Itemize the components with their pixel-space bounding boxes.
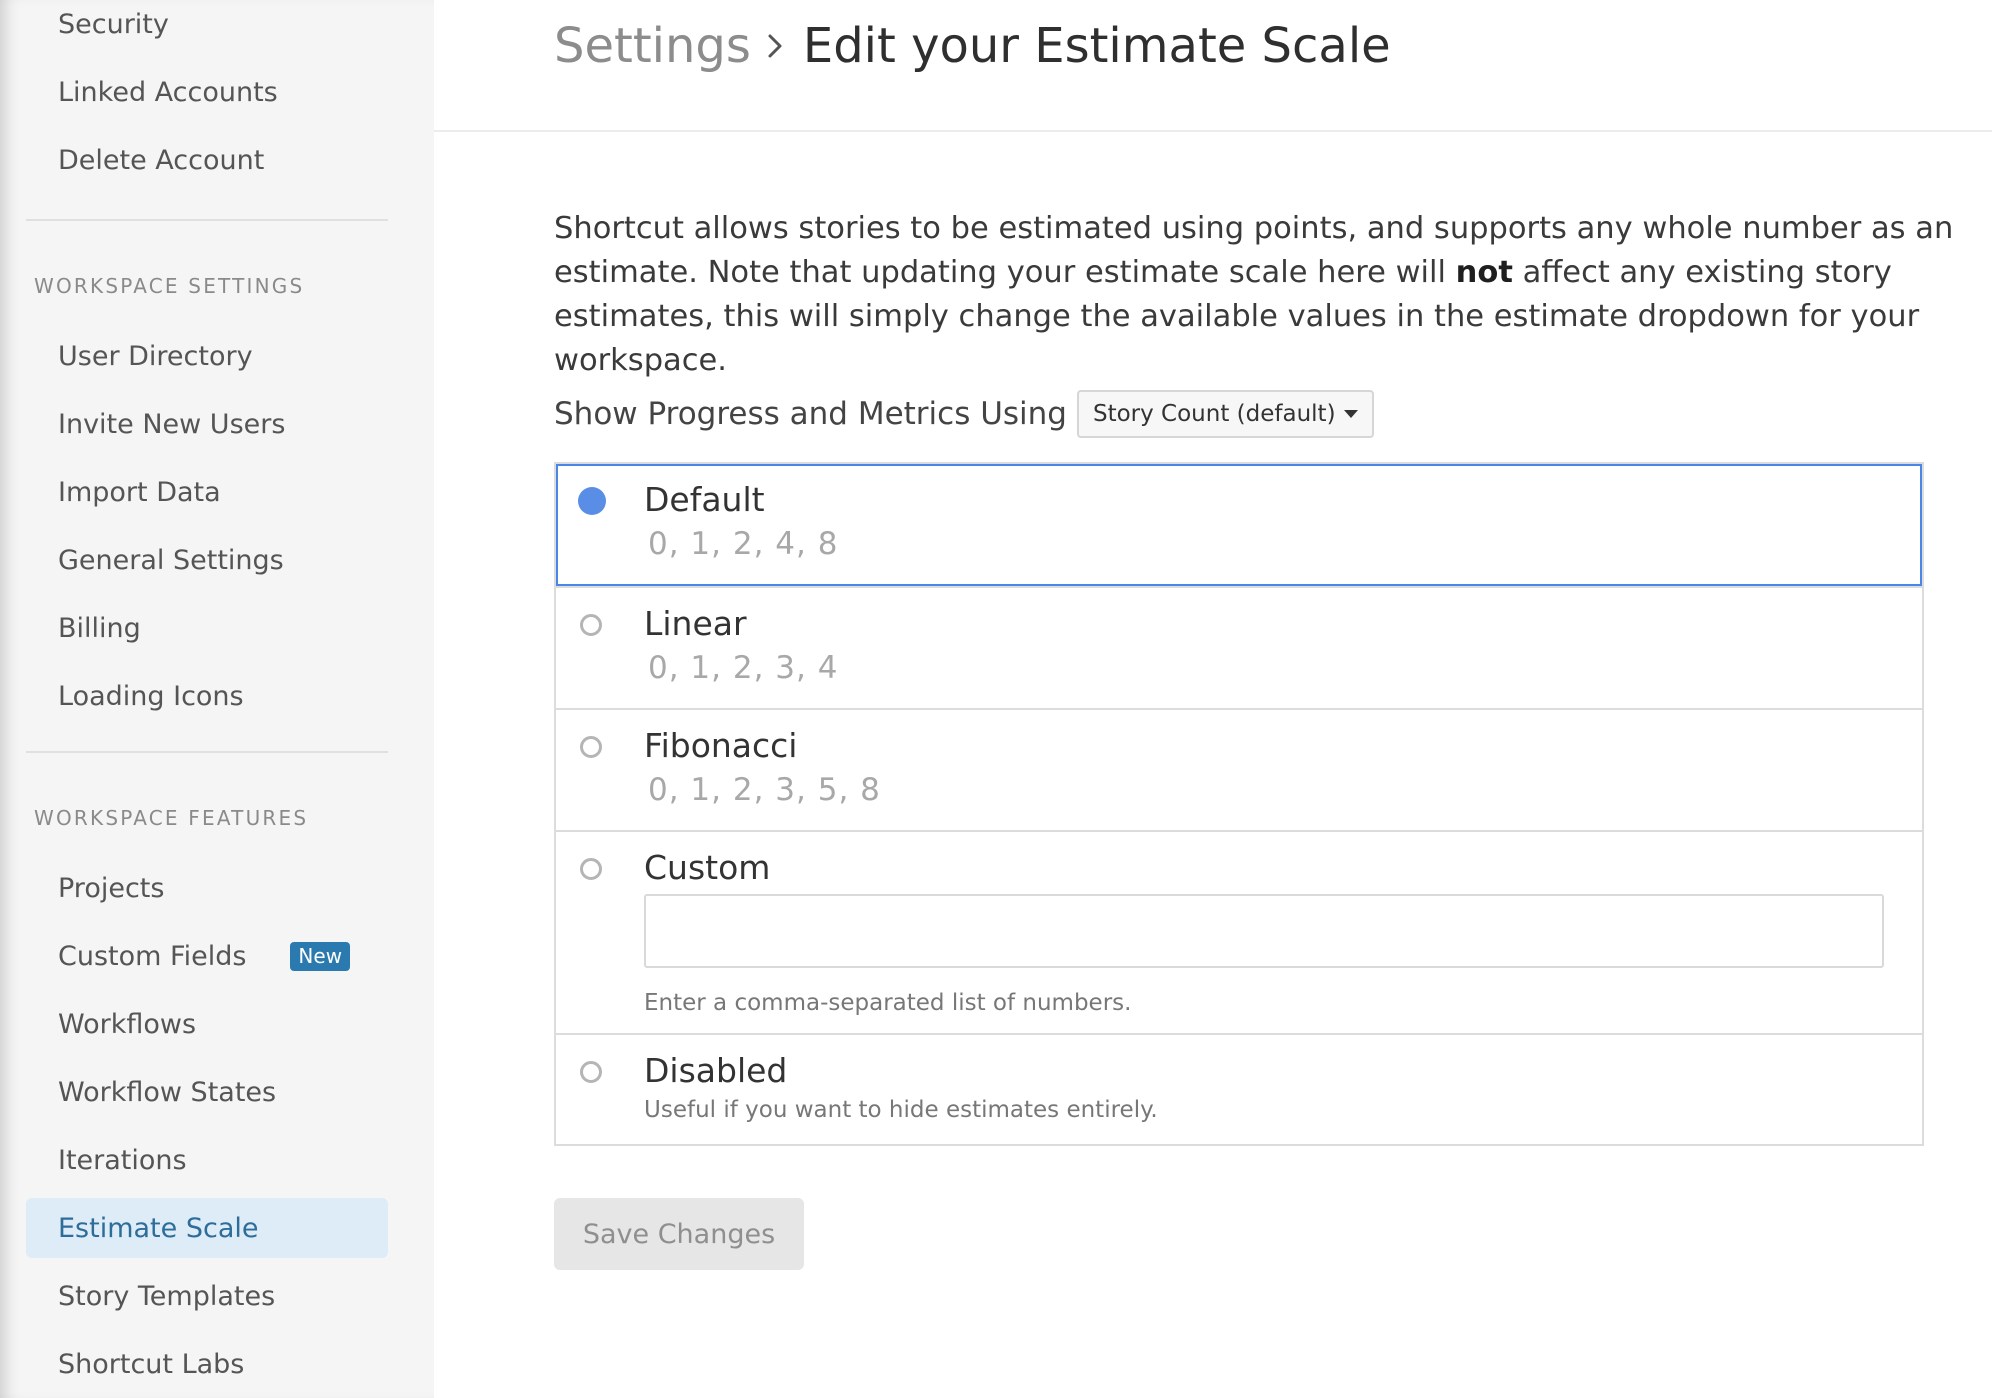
- sidebar-item-label: Invite New Users: [58, 408, 286, 440]
- sidebar-item-label: Workflows: [58, 1008, 197, 1040]
- page-title: Edit your Estimate Scale: [802, 18, 1391, 74]
- workspace-settings-header: WORKSPACE SETTINGS: [34, 274, 305, 298]
- sidebar-item-label: Import Data: [58, 476, 221, 508]
- custom-scale-input[interactable]: [644, 894, 1884, 968]
- sidebar-item-workflows[interactable]: Workflows: [26, 994, 388, 1054]
- sidebar-item-shortcut-labs[interactable]: Shortcut Labs: [26, 1334, 388, 1394]
- sidebar-item-label: User Directory: [58, 340, 253, 372]
- sidebar-item-security[interactable]: Security: [26, 0, 388, 54]
- option-linear[interactable]: Linear 0, 1, 2, 3, 4: [556, 586, 1922, 708]
- option-label: Fibonacci: [644, 726, 798, 765]
- workspace-features-header: WORKSPACE FEATURES: [34, 806, 309, 830]
- metrics-label: Show Progress and Metrics Using: [554, 396, 1067, 432]
- sidebar-item-story-templates[interactable]: Story Templates: [26, 1266, 388, 1326]
- radio-unselected-icon[interactable]: [580, 736, 602, 758]
- sidebar-item-import-data[interactable]: Import Data: [26, 462, 388, 522]
- option-values: 0, 1, 2, 3, 5, 8: [648, 772, 881, 808]
- sidebar-item-label: Security: [58, 8, 169, 40]
- sidebar-item-linked-accounts[interactable]: Linked Accounts: [26, 62, 388, 122]
- option-label: Disabled: [644, 1051, 788, 1090]
- radio-unselected-icon[interactable]: [580, 858, 602, 880]
- sidebar-item-label: Shortcut Labs: [58, 1348, 245, 1380]
- option-values: 0, 1, 2, 3, 4: [648, 650, 839, 686]
- option-label: Linear: [644, 604, 747, 643]
- estimate-scale-options: Default 0, 1, 2, 4, 8 Linear 0, 1, 2, 3,…: [554, 462, 1924, 1146]
- sidebar-item-label: Story Templates: [58, 1280, 276, 1312]
- sidebar-item-estimate-scale[interactable]: Estimate Scale: [26, 1198, 388, 1258]
- sidebar-item-custom-fields[interactable]: Custom Fields New: [26, 926, 388, 986]
- sidebar-item-label: General Settings: [58, 544, 284, 576]
- option-custom[interactable]: Custom Enter a comma-separated list of n…: [556, 830, 1922, 1033]
- sidebar-item-label: Linked Accounts: [58, 76, 278, 108]
- estimate-scale-description: Shortcut allows stories to be estimated …: [554, 207, 1972, 383]
- metrics-dropdown[interactable]: Story Count (default): [1076, 390, 1374, 438]
- account-nav-group: Security Linked Accounts Delete Account: [26, 0, 388, 198]
- breadcrumb-settings-link[interactable]: Settings: [554, 18, 751, 74]
- sidebar-item-label: Workflow States: [58, 1076, 277, 1108]
- breadcrumb: Settings Edit your Estimate Scale: [554, 18, 1391, 74]
- workspace-settings-nav-group: WORKSPACE SETTINGS User Directory Invite…: [26, 268, 388, 734]
- sidebar-item-invite-new-users[interactable]: Invite New Users: [26, 394, 388, 454]
- page-header: Settings Edit your Estimate Scale: [434, 0, 1992, 132]
- option-values: 0, 1, 2, 4, 8: [648, 526, 839, 562]
- metrics-selected-value: Story Count (default): [1092, 401, 1336, 427]
- radio-unselected-icon[interactable]: [580, 614, 602, 636]
- sidebar-item-label: Custom Fields: [58, 940, 247, 972]
- settings-sidebar: Security Linked Accounts Delete Account …: [0, 0, 434, 1398]
- sidebar-divider: [26, 219, 388, 221]
- sidebar-item-delete-account[interactable]: Delete Account: [26, 130, 388, 190]
- sidebar-item-workflow-states[interactable]: Workflow States: [26, 1062, 388, 1122]
- sidebar-item-loading-icons[interactable]: Loading Icons: [26, 666, 388, 726]
- radio-selected-icon[interactable]: [578, 487, 606, 515]
- sidebar-item-projects[interactable]: Projects: [26, 858, 388, 918]
- save-changes-button[interactable]: Save Changes: [554, 1198, 804, 1270]
- main-content: Settings Edit your Estimate Scale Shortc…: [434, 0, 1992, 1398]
- sidebar-item-label: Iterations: [58, 1144, 187, 1176]
- description-emphasis: not: [1455, 254, 1513, 290]
- sidebar-item-iterations[interactable]: Iterations: [26, 1130, 388, 1190]
- option-label: Default: [644, 480, 765, 519]
- radio-unselected-icon[interactable]: [580, 1061, 602, 1083]
- chevron-right-icon: [767, 32, 783, 60]
- sidebar-item-user-directory[interactable]: User Directory: [26, 326, 388, 386]
- sidebar-item-general-settings[interactable]: General Settings: [26, 530, 388, 590]
- option-default[interactable]: Default 0, 1, 2, 4, 8: [556, 464, 1922, 586]
- sidebar-item-label: Billing: [58, 612, 141, 644]
- sidebar-item-label: Projects: [58, 872, 165, 904]
- option-label: Custom: [644, 848, 771, 887]
- workspace-features-nav-group: WORKSPACE FEATURES Projects Custom Field…: [26, 800, 388, 1398]
- new-badge: New: [290, 941, 351, 971]
- sidebar-item-billing[interactable]: Billing: [26, 598, 388, 658]
- sidebar-item-label: Delete Account: [58, 144, 265, 176]
- sidebar-item-label: Loading Icons: [58, 680, 244, 712]
- sidebar-divider: [26, 751, 388, 753]
- sidebar-item-label: Estimate Scale: [58, 1212, 259, 1244]
- metrics-setting-row: Show Progress and Metrics Using Story Co…: [554, 390, 1374, 438]
- option-help-text: Enter a comma-separated list of numbers.: [644, 990, 1132, 1016]
- caret-down-icon: [1343, 410, 1358, 418]
- option-help-text: Useful if you want to hide estimates ent…: [644, 1097, 1158, 1123]
- option-fibonacci[interactable]: Fibonacci 0, 1, 2, 3, 5, 8: [556, 708, 1922, 830]
- option-disabled[interactable]: Disabled Useful if you want to hide esti…: [556, 1033, 1922, 1144]
